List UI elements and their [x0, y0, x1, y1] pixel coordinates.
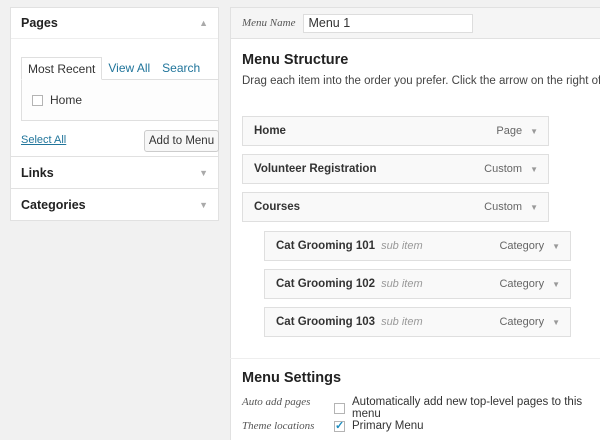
select-all-link[interactable]: Select All: [21, 134, 66, 146]
item-expand-arrow-icon[interactable]: ▼: [552, 242, 560, 251]
menu-item-type: Page: [496, 125, 523, 137]
menu-item[interactable]: Home Page ▼: [242, 116, 549, 146]
menu-item[interactable]: Volunteer Registration Custom ▼: [242, 154, 549, 184]
menu-item-title: Courses: [254, 201, 301, 213]
primary-menu-option[interactable]: Primary Menu: [334, 419, 424, 432]
menu-structure-title: Menu Structure: [242, 52, 349, 68]
links-metabox-title: Links: [21, 165, 54, 180]
home-page-label[interactable]: Home: [50, 93, 82, 107]
item-expand-arrow-icon[interactable]: ▼: [530, 127, 538, 136]
menu-item-sub-label: sub item: [381, 240, 423, 252]
tab-view-all[interactable]: View All: [102, 57, 156, 79]
menu-item-title: Cat Grooming 102: [276, 278, 376, 290]
auto-add-pages-label: Auto add pages: [242, 396, 311, 408]
links-metabox: Links ▼: [10, 157, 219, 189]
expand-arrow-icon[interactable]: ▼: [199, 200, 208, 210]
categories-metabox: Categories ▼: [10, 189, 219, 221]
menu-item-title: Cat Grooming 103: [276, 316, 376, 328]
menu-sub-item[interactable]: Cat Grooming 102 sub item Category ▼: [264, 269, 571, 299]
menu-item-type: Custom: [484, 163, 523, 175]
menu-item-type: Category: [499, 316, 545, 328]
menu-structure-instructions: Drag each item into the order you prefer…: [242, 75, 600, 87]
menu-item-type: Category: [499, 240, 545, 252]
item-expand-arrow-icon[interactable]: ▼: [530, 203, 538, 212]
menu-name-label: Menu Name: [242, 17, 296, 29]
menu-settings-title: Menu Settings: [242, 370, 342, 386]
pages-tabs: Most Recent View All Search: [21, 57, 206, 80]
menu-item-type: Category: [499, 278, 545, 290]
item-expand-arrow-icon[interactable]: ▼: [552, 318, 560, 327]
menu-name-input[interactable]: Menu 1: [303, 13, 474, 33]
pages-list: Home: [21, 79, 219, 121]
menu-item[interactable]: Courses Custom ▼: [242, 192, 549, 222]
pages-metabox-header[interactable]: Pages ▲: [11, 8, 218, 39]
tab-search[interactable]: Search: [156, 57, 206, 79]
item-expand-arrow-icon[interactable]: ▼: [530, 165, 538, 174]
expand-arrow-icon[interactable]: ▼: [199, 168, 208, 178]
home-page-checkbox[interactable]: [32, 94, 43, 106]
auto-add-pages-text[interactable]: Automatically add new top-level pages to…: [352, 396, 600, 420]
pages-metabox: Pages ▲ Most Recent View All Search Home…: [10, 7, 219, 157]
auto-add-pages-checkbox[interactable]: [334, 402, 345, 414]
menu-item-sub-label: sub item: [381, 316, 423, 328]
primary-menu-text[interactable]: Primary Menu: [352, 420, 424, 432]
primary-menu-checkbox[interactable]: [334, 419, 345, 432]
menu-name-bar: Menu Name Menu 1: [230, 7, 600, 39]
add-to-menu-button[interactable]: Add to Menu: [144, 130, 219, 152]
auto-add-pages-option[interactable]: Automatically add new top-level pages to…: [334, 396, 600, 420]
tab-most-recent[interactable]: Most Recent: [21, 57, 103, 80]
menu-item-title: Cat Grooming 101: [276, 240, 376, 252]
collapse-arrow-icon[interactable]: ▲: [199, 18, 208, 28]
menu-item-type: Custom: [484, 201, 523, 213]
menu-item-title: Volunteer Registration: [254, 163, 377, 175]
categories-metabox-title: Categories: [21, 197, 86, 212]
pages-metabox-title: Pages: [21, 16, 58, 30]
section-divider: [230, 358, 600, 359]
theme-locations-label: Theme locations: [242, 420, 315, 432]
item-expand-arrow-icon[interactable]: ▼: [552, 280, 560, 289]
menu-item-sub-label: sub item: [381, 278, 423, 290]
menu-sub-item[interactable]: Cat Grooming 103 sub item Category ▼: [264, 307, 571, 337]
menu-item-title: Home: [254, 125, 286, 137]
menu-sub-item[interactable]: Cat Grooming 101 sub item Category ▼: [264, 231, 571, 261]
links-metabox-header[interactable]: Links ▼: [11, 157, 218, 188]
categories-metabox-header[interactable]: Categories ▼: [11, 189, 218, 220]
